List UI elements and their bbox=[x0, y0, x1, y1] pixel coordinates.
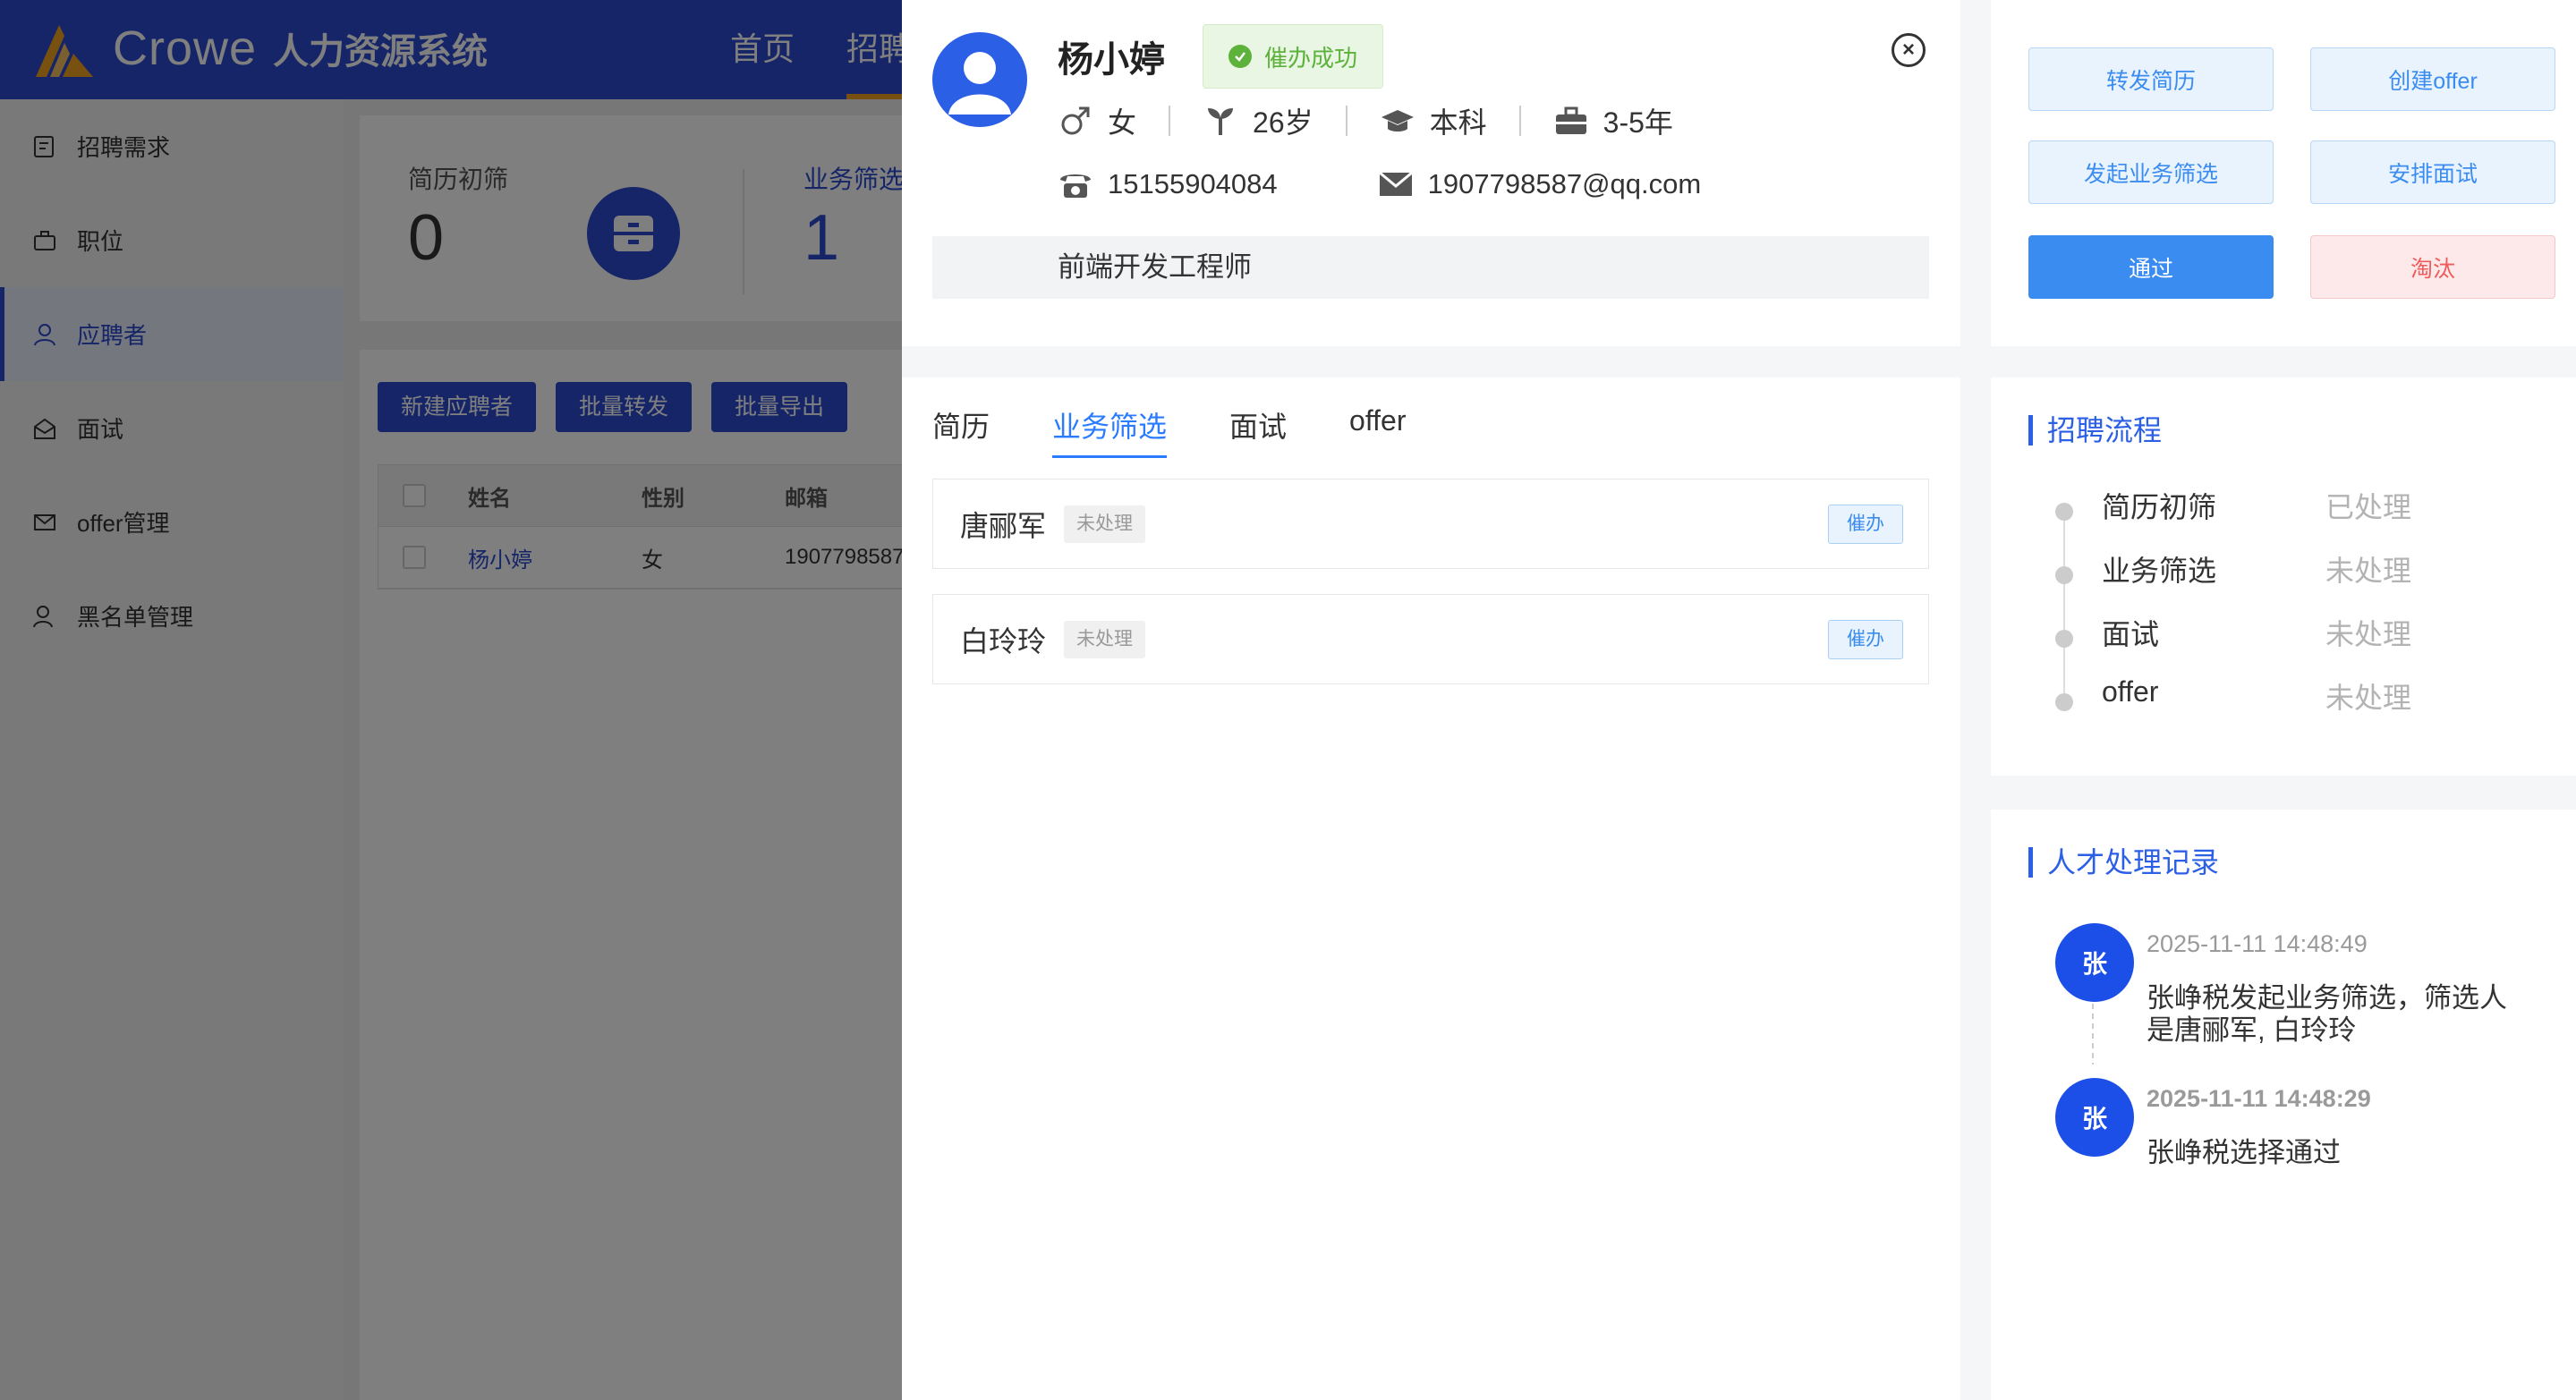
step-dot bbox=[2055, 566, 2073, 584]
flow-step: 业务筛选 未处理 bbox=[2055, 548, 2412, 630]
check-circle-icon bbox=[1228, 45, 1252, 68]
record-time: 2025-11-11 14:48:49 bbox=[2147, 930, 2368, 957]
list-item: 唐郦军 未处理 催办 bbox=[932, 479, 1929, 569]
urge-button[interactable]: 催办 bbox=[1828, 620, 1903, 659]
start-business-screen-button[interactable]: 发起业务筛选 bbox=[2028, 140, 2274, 204]
candidate-drawer: 杨小婷 催办成功 × 女 26岁 本科 3-5年 15155904084 190… bbox=[902, 0, 2576, 1400]
step-name: 面试 bbox=[2102, 618, 2160, 650]
tab-resume[interactable]: 简历 bbox=[932, 404, 990, 458]
record-time: 2025-11-11 14:48:29 bbox=[2147, 1085, 2371, 1112]
graduation-cap-icon bbox=[1380, 103, 1416, 139]
step-status: 未处理 bbox=[2325, 682, 2412, 714]
gender-value: 女 bbox=[1108, 106, 1137, 139]
step-name: offer bbox=[2102, 675, 2159, 708]
step-name: 简历初筛 bbox=[2102, 491, 2217, 523]
avatar: 张 bbox=[2055, 923, 2134, 1002]
tab-business-screen[interactable]: 业务筛选 bbox=[1052, 404, 1168, 458]
status-badge: 未处理 bbox=[1064, 505, 1146, 543]
screener-name: 白玲玲 bbox=[960, 624, 1047, 658]
detail-tabs: 简历 业务筛选 面试 offer bbox=[932, 404, 1407, 458]
divider bbox=[1169, 106, 1171, 136]
phone-info: 15155904084 bbox=[1058, 166, 1278, 202]
create-offer-button[interactable]: 创建offer bbox=[2310, 47, 2555, 111]
experience-value: 3-5年 bbox=[1603, 106, 1673, 139]
email-info: 1907798587@qq.com bbox=[1378, 166, 1702, 202]
detail-tabs-card: 简历 业务筛选 面试 offer 唐郦军 未处理 催办 白玲玲 未处理 催办 bbox=[902, 378, 1960, 1400]
step-dot bbox=[2055, 503, 2073, 521]
schedule-interview-button[interactable]: 安排面试 bbox=[2310, 140, 2555, 204]
candidate-meta: 女 26岁 本科 3-5年 bbox=[1058, 100, 1673, 141]
experience-info: 3-5年 bbox=[1553, 100, 1673, 141]
step-dot bbox=[2055, 630, 2073, 648]
education-value: 本科 bbox=[1429, 106, 1487, 139]
candidate-name: 杨小婷 bbox=[1058, 40, 1165, 80]
actions-card: 转发简历 创建offer 发起业务筛选 安排面试 通过 淘汰 bbox=[1991, 0, 2576, 346]
avatar: 张 bbox=[2055, 1078, 2134, 1157]
record-text: 张峥税发起业务筛选，筛选人是唐郦军, 白玲玲 bbox=[2147, 982, 2507, 1046]
success-toast: 催办成功 bbox=[1203, 24, 1384, 89]
flow-step: 面试 未处理 bbox=[2055, 612, 2412, 693]
avatar bbox=[932, 32, 1027, 127]
flow-step: 简历初筛 已处理 bbox=[2055, 485, 2412, 566]
talent-records-card: 人才处理记录 张 2025-11-11 14:48:49 张峥税发起业务筛选，筛… bbox=[1991, 810, 2576, 1400]
phone-icon bbox=[1058, 166, 1093, 202]
close-icon: × bbox=[1901, 38, 1915, 62]
envelope-icon bbox=[1378, 166, 1414, 202]
screener-name: 唐郦军 bbox=[960, 509, 1047, 542]
forward-resume-button[interactable]: 转发简历 bbox=[2028, 47, 2274, 111]
sprout-icon bbox=[1203, 103, 1238, 139]
profile-card: 杨小婷 催办成功 × 女 26岁 本科 3-5年 15155904084 190… bbox=[902, 0, 1960, 346]
education-info: 本科 bbox=[1380, 100, 1487, 141]
gender-info: 女 bbox=[1058, 100, 1136, 141]
step-status: 未处理 bbox=[2325, 618, 2412, 650]
urge-button[interactable]: 催办 bbox=[1828, 505, 1903, 544]
step-name: 业务筛选 bbox=[2102, 555, 2217, 587]
briefcase-icon bbox=[1553, 103, 1589, 139]
tab-interview[interactable]: 面试 bbox=[1229, 404, 1287, 458]
divider bbox=[1518, 106, 1521, 136]
flow-steps: 简历初筛 已处理 业务筛选 未处理 面试 未处理 offer 未处理 bbox=[2055, 485, 2411, 739]
age-info: 26岁 bbox=[1203, 100, 1314, 141]
recruitment-flow-card: 招聘流程 简历初筛 已处理 业务筛选 未处理 面试 未处理 offer 未处理 bbox=[1991, 378, 2576, 776]
flow-step: offer 未处理 bbox=[2055, 675, 2411, 739]
gender-icon bbox=[1058, 103, 1093, 139]
position-applied: 前端开发工程师 bbox=[932, 236, 1929, 299]
email-value: 1907798587@qq.com bbox=[1427, 168, 1702, 199]
list-item: 白玲玲 未处理 催办 bbox=[932, 594, 1929, 684]
divider bbox=[1345, 106, 1348, 136]
section-title: 人才处理记录 bbox=[2028, 847, 2219, 878]
section-title: 招聘流程 bbox=[2028, 415, 2162, 445]
status-badge: 未处理 bbox=[1064, 620, 1146, 658]
step-status: 未处理 bbox=[2325, 555, 2412, 587]
contact-info: 15155904084 1907798587@qq.com bbox=[1058, 166, 1701, 202]
tab-offer[interactable]: offer bbox=[1349, 404, 1406, 458]
phone-value: 15155904084 bbox=[1108, 168, 1278, 199]
record-text: 张峥税选择通过 bbox=[2147, 1137, 2341, 1168]
age-value: 26岁 bbox=[1253, 106, 1314, 139]
reject-button[interactable]: 淘汰 bbox=[2310, 235, 2555, 299]
step-dot bbox=[2055, 693, 2073, 711]
pass-button[interactable]: 通过 bbox=[2028, 235, 2274, 299]
toast-message: 催办成功 bbox=[1264, 44, 1358, 72]
close-button[interactable]: × bbox=[1892, 33, 1926, 67]
step-status: 已处理 bbox=[2325, 491, 2412, 523]
